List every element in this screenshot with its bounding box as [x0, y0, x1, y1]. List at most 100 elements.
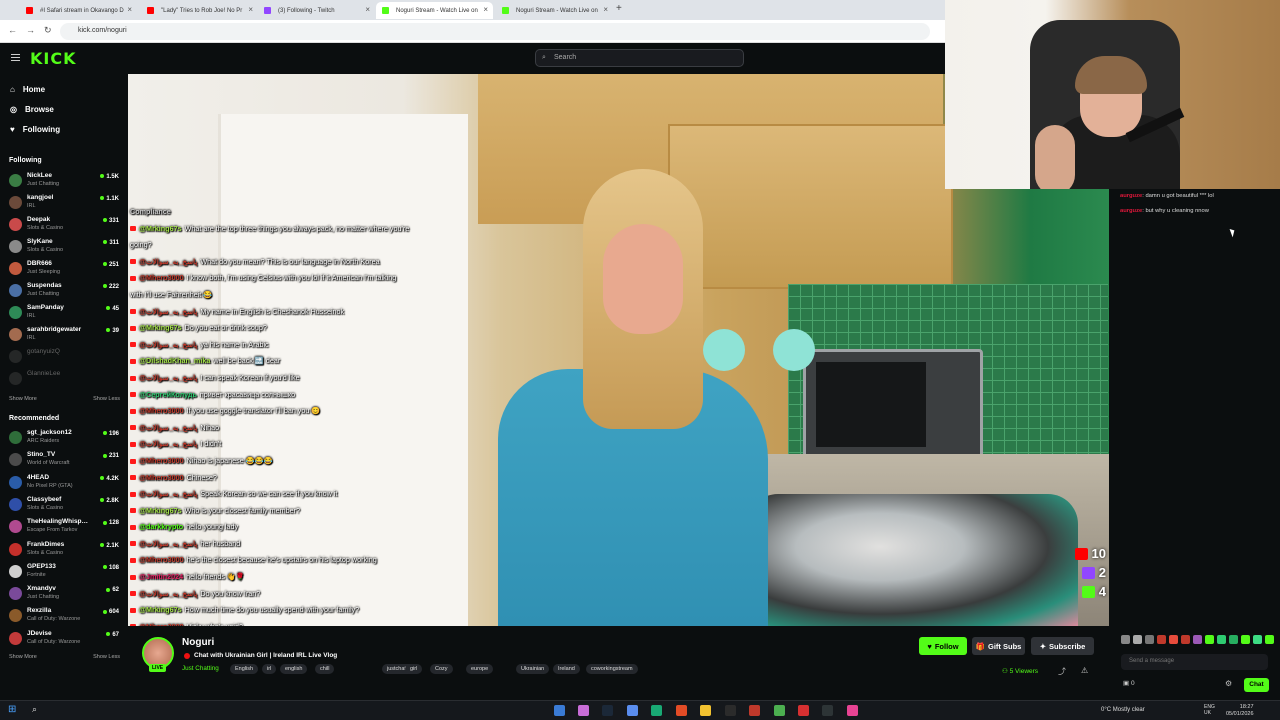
close-icon[interactable]: × [248, 5, 253, 14]
sidebar-nav-following[interactable]: ♥ Following [10, 125, 60, 134]
chat-input[interactable]: Send a message [1121, 654, 1268, 670]
taskbar-app-icon[interactable] [798, 705, 809, 716]
chat-username[interactable]: aurguze [1120, 208, 1142, 214]
menu-icon[interactable] [11, 54, 20, 61]
forward-icon[interactable]: → [26, 25, 35, 35]
stream-tag[interactable]: english [280, 664, 308, 674]
channel-item[interactable]: DBR666 Just Sleeping 251 [9, 259, 121, 281]
channel-item[interactable]: sgt_jackson12 ARC Raiders 196 [9, 428, 121, 450]
emote-icon[interactable] [1229, 635, 1238, 644]
browser-tab[interactable]: Noguri Stream - Watch Live on × [376, 2, 493, 19]
channel-item[interactable]: Stino_TV World of Warcraft 231 [9, 450, 121, 472]
show-more-link[interactable]: Show More [9, 654, 37, 660]
emote-icon[interactable] [1121, 635, 1130, 644]
close-icon[interactable]: × [603, 5, 608, 14]
url-field[interactable]: kick.com/noguri [60, 23, 930, 40]
channel-item[interactable]: sarahbridgewater IRL 39 [9, 325, 121, 347]
emote-bar[interactable] [1121, 635, 1274, 644]
taskbar-app-icon[interactable] [774, 705, 785, 716]
show-less-link[interactable]: Show Less [93, 654, 120, 660]
stream-tag[interactable]: irl [262, 664, 277, 674]
taskbar-app-icon[interactable] [725, 705, 736, 716]
emote-icon[interactable] [1145, 635, 1154, 644]
emote-icon[interactable] [1253, 635, 1262, 644]
channel-item[interactable]: 4HEAD No Pixel RP (GTA) 4.2K [9, 473, 121, 495]
gift-subs-button[interactable]: 🎁 Gift Subs [972, 637, 1025, 655]
channel-item[interactable]: GlannieLee [9, 369, 121, 391]
emote-icon[interactable] [1181, 635, 1190, 644]
stream-tag[interactable]: Cozy [430, 664, 453, 674]
channel-item[interactable]: TheHealingWhisp… Escape From Tarkov 128 [9, 517, 121, 539]
channel-item[interactable]: kangjoel IRL 1.1K [9, 193, 121, 215]
weather-widget[interactable]: 0°C Mostly clear [1101, 707, 1145, 713]
steam-icon[interactable] [602, 705, 613, 716]
follow-button[interactable]: ♥ Follow [919, 637, 967, 655]
show-less-link[interactable]: Show Less [93, 396, 120, 402]
channel-item[interactable]: Xmandyv Just Chatting 62 [9, 584, 121, 606]
search-icon[interactable]: ⌕ [32, 704, 43, 715]
channel-item[interactable]: FrankDimes Slots & Casino 2.1K [9, 540, 121, 562]
kick-logo[interactable]: KICK [30, 49, 77, 68]
close-icon[interactable]: × [127, 5, 132, 14]
stream-tag[interactable]: coworkingstream [586, 664, 638, 674]
channel-item[interactable]: NickLee Just Chatting 1.5K [9, 171, 121, 193]
taskbar-app-icon[interactable] [651, 705, 662, 716]
channel-points[interactable]: ▣ 0 [1123, 679, 1135, 687]
stream-tag[interactable]: Ukrainian [516, 664, 550, 674]
chrome-icon[interactable] [676, 705, 687, 716]
streamer-name[interactable]: Noguri [182, 637, 214, 648]
channel-item[interactable]: Classybeef Slots & Casino 2.8K [9, 495, 121, 517]
subscribe-button[interactable]: ✦ Subscribe [1031, 637, 1094, 655]
emote-icon[interactable] [1241, 635, 1250, 644]
sidebar-nav-home[interactable]: ⌂ Home [10, 85, 45, 94]
browser-tab[interactable]: (3) Following - Twitch × [258, 2, 375, 19]
emote-icon[interactable] [1217, 635, 1226, 644]
channel-item[interactable]: GPEP133 Fortnite 108 [9, 562, 121, 584]
search-input[interactable]: Search [535, 49, 744, 67]
channel-item[interactable]: SlyKane Slots & Casino 311 [9, 237, 121, 259]
share-icon[interactable]: ⤴ [1058, 666, 1066, 677]
gear-icon[interactable]: ⚙ [1225, 679, 1232, 688]
channel-item[interactable]: Rexzilla Call of Duty: Warzone 604 [9, 606, 121, 628]
channel-item[interactable]: Deepak Slots & Casino 331 [9, 215, 121, 237]
emote-icon[interactable] [1265, 635, 1274, 644]
close-icon[interactable]: × [365, 5, 370, 14]
clock[interactable]: 18:27 05/01/2026 [1226, 704, 1254, 718]
stream-category[interactable]: Just Chatting [182, 665, 219, 672]
stream-tag[interactable]: chill [315, 664, 335, 674]
channel-item[interactable]: Suspendas Just Chatting 222 [9, 281, 121, 303]
channel-item[interactable]: JDevise Call of Duty: Warzone 67 [9, 629, 121, 651]
folder-icon[interactable] [700, 705, 711, 716]
browser-tab[interactable]: #I Safari stream in Okavango D × [20, 2, 137, 19]
new-tab-button[interactable]: + [616, 3, 622, 14]
language-indicator[interactable]: ENG UK [1204, 704, 1215, 716]
sidebar-nav-browse[interactable]: ◎ Browse [10, 105, 54, 114]
taskbar-app-icon[interactable] [627, 705, 638, 716]
stream-tag[interactable]: English [230, 664, 259, 674]
reload-icon[interactable]: ↻ [44, 25, 52, 36]
emote-icon[interactable] [1205, 635, 1214, 644]
emote-icon[interactable] [1169, 635, 1178, 644]
emote-icon[interactable] [1133, 635, 1142, 644]
close-icon[interactable]: × [483, 5, 488, 14]
browser-tab[interactable]: Noguri Stream - Watch Live on × [496, 2, 613, 19]
stream-tag[interactable]: girl [405, 664, 423, 674]
taskbar-app-icon[interactable] [822, 705, 833, 716]
chat-username[interactable]: aurguze [1120, 193, 1142, 199]
channel-item[interactable]: gotanyuizQ [9, 347, 121, 369]
taskbar-app-icon[interactable] [847, 705, 858, 716]
stream-tag[interactable]: europe [466, 664, 494, 674]
stream-tag[interactable]: Ireland [553, 664, 580, 674]
send-chat-button[interactable]: Chat [1244, 678, 1269, 692]
back-icon[interactable]: ← [8, 25, 17, 35]
report-icon[interactable]: ⚠ [1081, 666, 1088, 675]
taskbar-app-icon[interactable] [578, 705, 589, 716]
emote-icon[interactable] [1193, 635, 1202, 644]
taskbar-app-icon[interactable] [554, 705, 565, 716]
emote-icon[interactable] [1157, 635, 1166, 644]
windows-start-icon[interactable]: ⊞ [8, 704, 19, 715]
taskbar-app-icon[interactable] [749, 705, 760, 716]
browser-tab[interactable]: "Lady" Tries to Rob Joe! No Pr × [141, 2, 258, 19]
channel-item[interactable]: SamPanday IRL 45 [9, 303, 121, 325]
show-more-link[interactable]: Show More [9, 396, 37, 402]
